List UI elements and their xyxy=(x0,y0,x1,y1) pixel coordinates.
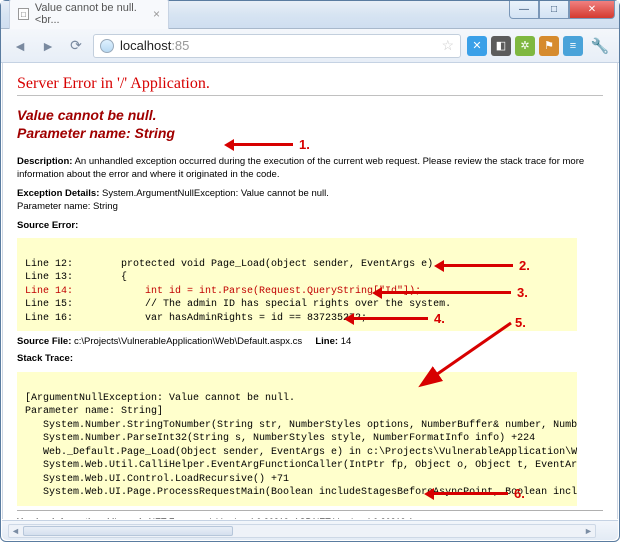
error-message-line1: Value cannot be null. xyxy=(17,107,157,123)
stack-trace-label: Stack Trace: xyxy=(17,353,73,364)
extension-icons: ✕ ◧ ✲ ⚑ ≡ xyxy=(467,36,583,56)
close-button[interactable]: ✕ xyxy=(569,1,615,19)
address-bar[interactable]: localhost:85 ☆ xyxy=(93,34,461,58)
scroll-right-icon[interactable]: ► xyxy=(582,525,595,537)
forward-button[interactable]: ► xyxy=(37,35,59,57)
reload-button[interactable]: ⟳ xyxy=(65,35,87,57)
window-controls: — □ ✕ xyxy=(509,1,615,19)
reload-icon: ⟳ xyxy=(70,37,82,54)
source-error-code: Line 12: protected void Page_Load(object… xyxy=(17,238,577,331)
extension-icon-4[interactable]: ⚑ xyxy=(539,36,559,56)
footer-divider xyxy=(17,510,603,511)
globe-icon xyxy=(100,39,114,53)
exception-details-text: System.ArgumentNullException: Value cann… xyxy=(102,188,329,199)
browser-tabbar: □ Value cannot be null.<br... × xyxy=(1,1,177,29)
exception-details-label: Exception Details: xyxy=(17,188,99,199)
title-divider xyxy=(17,95,603,96)
minimize-button[interactable]: — xyxy=(509,1,539,19)
scroll-left-icon[interactable]: ◄ xyxy=(9,525,22,537)
url-port: :85 xyxy=(171,38,189,53)
stack-trace-block: Stack Trace: xyxy=(17,353,603,366)
close-icon: ✕ xyxy=(588,4,596,15)
maximize-button[interactable]: □ xyxy=(539,1,569,19)
wrench-menu-icon[interactable]: 🔧 xyxy=(589,35,611,57)
source-file-line: Source File: c:\Projects\VulnerableAppli… xyxy=(17,336,603,347)
extension-icon-2[interactable]: ◧ xyxy=(491,36,511,56)
source-file-text: c:\Projects\VulnerableApplication\Web\De… xyxy=(74,336,302,347)
extension-icon-1[interactable]: ✕ xyxy=(467,36,487,56)
error-page: Server Error in '/' Application. Value c… xyxy=(3,63,617,519)
page-title: Server Error in '/' Application. xyxy=(17,75,603,93)
browser-toolbar: ◄ ► ⟳ localhost:85 ☆ ✕ ◧ ✲ ⚑ ≡ 🔧 xyxy=(1,29,619,63)
scrollbar-track[interactable]: ◄ ► xyxy=(8,524,596,538)
description-text: An unhandled exception occurred during t… xyxy=(17,156,584,180)
version-info: Version Information: Microsoft .NET Fram… xyxy=(17,517,603,519)
exception-details-text2: Parameter name: String xyxy=(17,201,118,212)
page-viewport: Server Error in '/' Application. Value c… xyxy=(2,63,618,519)
forward-icon: ► xyxy=(41,38,55,54)
tab-title: Value cannot be null.<br... xyxy=(35,2,147,26)
back-button[interactable]: ◄ xyxy=(9,35,31,57)
line-label: Line: xyxy=(315,336,338,347)
source-error-block: Source Error: xyxy=(17,220,603,233)
scrollbar-thumb[interactable] xyxy=(23,526,233,536)
version-label: Version Information: xyxy=(17,517,105,519)
stack-trace-code: [ArgumentNullException: Value cannot be … xyxy=(17,372,577,506)
version-text: Microsoft .NET Framework Version:4.0.303… xyxy=(107,517,413,519)
page-favicon-icon: □ xyxy=(18,8,29,20)
url-text: localhost:85 xyxy=(120,38,189,53)
extension-icon-3[interactable]: ✲ xyxy=(515,36,535,56)
source-error-label: Source Error: xyxy=(17,220,78,231)
error-message-line2: Parameter name: String xyxy=(17,125,175,141)
extension-icon-5[interactable]: ≡ xyxy=(563,36,583,56)
minimize-icon: — xyxy=(519,4,529,15)
bookmark-star-icon[interactable]: ☆ xyxy=(441,37,454,54)
exception-details-block: Exception Details: System.ArgumentNullEx… xyxy=(17,188,603,214)
url-host: localhost xyxy=(120,38,171,53)
window-titlebar: □ Value cannot be null.<br... × — □ ✕ xyxy=(1,1,619,29)
tab-close-icon[interactable]: × xyxy=(153,8,160,20)
description-label: Description: xyxy=(17,156,72,167)
error-message: Value cannot be null. Parameter name: St… xyxy=(17,106,603,142)
source-file-label: Source File: xyxy=(17,336,71,347)
horizontal-scrollbar[interactable]: ◄ ► xyxy=(2,520,618,540)
back-icon: ◄ xyxy=(13,38,27,54)
arrow-icon xyxy=(233,143,293,146)
description-block: Description: An unhandled exception occu… xyxy=(17,156,603,182)
browser-tab[interactable]: □ Value cannot be null.<br... × xyxy=(9,0,169,29)
maximize-icon: □ xyxy=(551,4,557,15)
line-number: 14 xyxy=(341,336,352,347)
